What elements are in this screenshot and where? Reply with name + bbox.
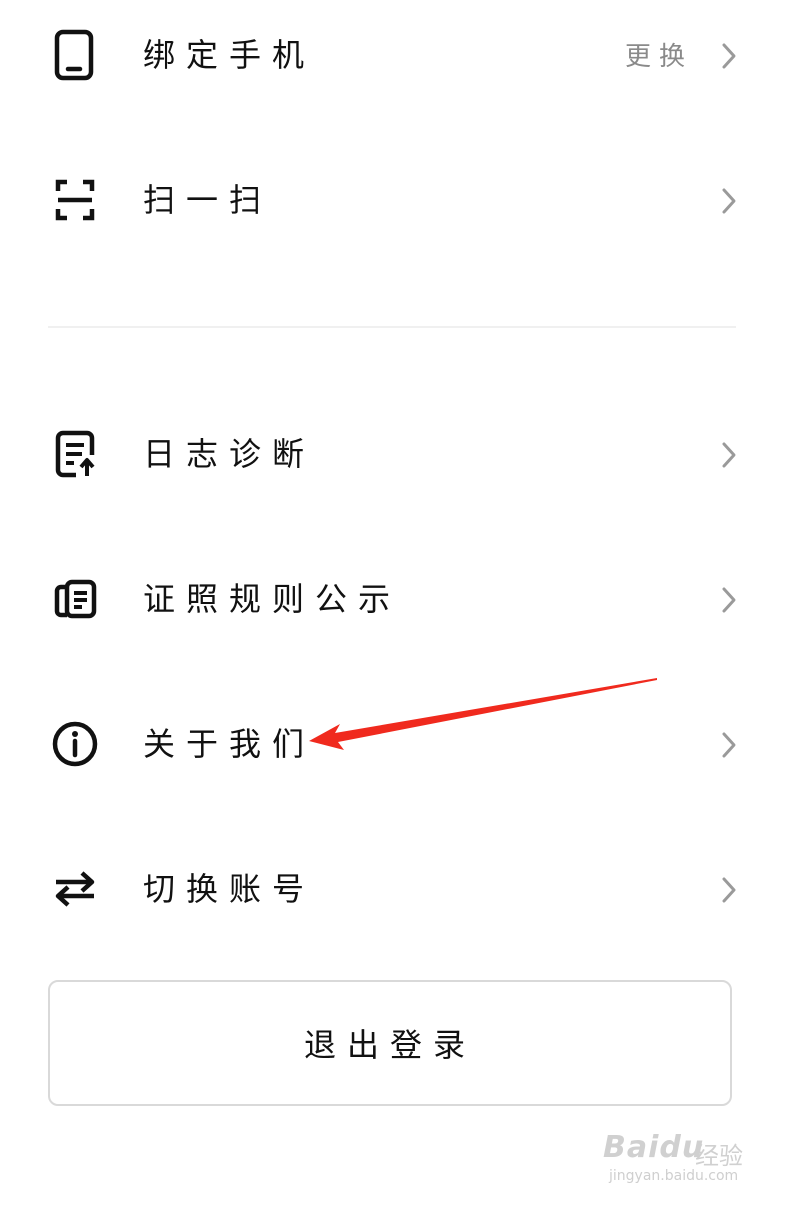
watermark-url: jingyan.baidu.com (609, 1168, 739, 1184)
chevron-right-icon (721, 731, 737, 759)
phone-icon (50, 29, 100, 81)
watermark-brand-cn: 经验 (695, 1142, 743, 1170)
menu-item-license-rules[interactable]: 证照规则公示 (0, 549, 789, 649)
menu-item-label: 日志诊断 (143, 435, 316, 473)
chevron-right-icon (721, 586, 737, 614)
menu-item-label: 证照规则公示 (143, 580, 402, 618)
section-divider (48, 326, 736, 328)
menu-item-label: 扫一扫 (143, 181, 273, 219)
watermark-brand: Baidu (603, 1130, 705, 1165)
menu-item-label: 关于我们 (143, 725, 316, 763)
chevron-right-icon (721, 42, 737, 70)
chevron-right-icon (721, 876, 737, 904)
chevron-right-icon (721, 187, 737, 215)
menu-item-label: 切换账号 (143, 870, 316, 908)
menu-item-switch-account[interactable]: 切换账号 (0, 839, 789, 939)
change-phone-link[interactable]: 更换 (625, 40, 693, 74)
menu-item-about-us[interactable]: 关于我们 (0, 694, 789, 794)
info-icon (50, 718, 100, 770)
license-icon (50, 573, 100, 625)
logout-label: 退出登录 (303, 1026, 476, 1064)
menu-item-log-diagnosis[interactable]: 日志诊断 (0, 404, 789, 504)
baidu-jingyan-watermark: Baidu 经验 jingyan.baidu.com (603, 1118, 753, 1193)
scan-icon (50, 174, 100, 226)
log-upload-icon (50, 428, 100, 480)
menu-item-bind-phone[interactable]: 绑定手机 更换 (0, 5, 789, 105)
chevron-right-icon (721, 441, 737, 469)
logout-button[interactable]: 退出登录 (48, 980, 732, 1106)
swap-icon (50, 863, 100, 915)
menu-item-label: 绑定手机 (143, 36, 316, 74)
menu-item-scan[interactable]: 扫一扫 (0, 150, 789, 250)
